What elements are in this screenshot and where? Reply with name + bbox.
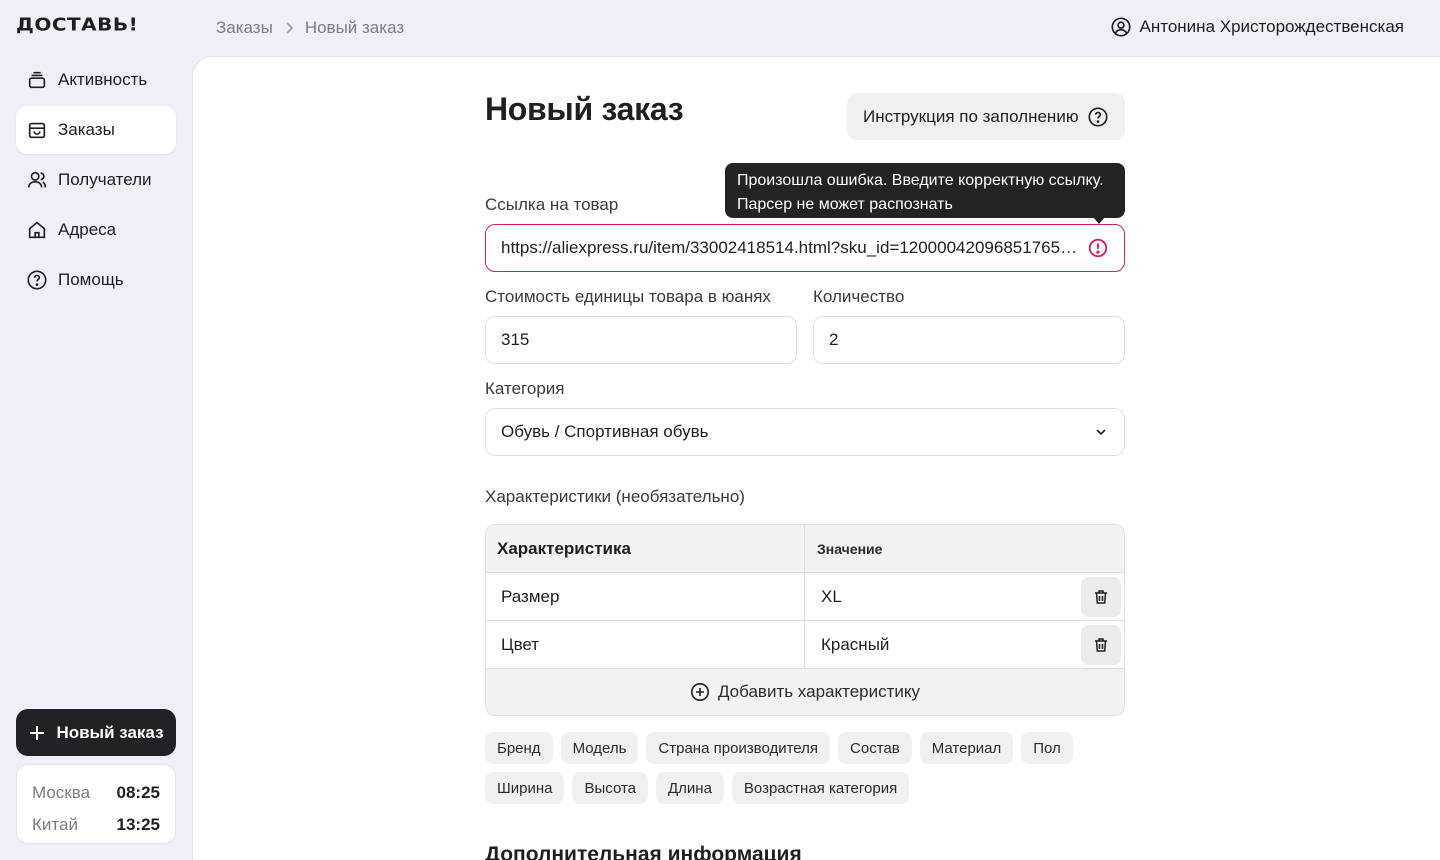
trash-icon bbox=[1095, 638, 1107, 652]
product-link-value[interactable]: https://aliexpress.ru/item/33002418514.h… bbox=[501, 238, 1087, 258]
error-icon[interactable] bbox=[1087, 237, 1109, 259]
characteristic-value-cell[interactable]: XL bbox=[805, 573, 1124, 620]
chip-age-category[interactable]: Возрастная категория bbox=[731, 772, 910, 804]
chip-height[interactable]: Высота bbox=[572, 772, 648, 804]
additional-info-title: Дополнительная информация bbox=[485, 843, 802, 860]
help-circle-icon bbox=[27, 270, 47, 290]
clock-row: Москва 08:25 bbox=[32, 777, 160, 809]
delete-row-button[interactable] bbox=[1081, 625, 1121, 665]
instructions-label: Инструкция по заполнению bbox=[863, 106, 1079, 126]
home-icon bbox=[28, 221, 46, 239]
breadcrumb: Заказы Новый заказ bbox=[216, 18, 404, 38]
world-clock: Москва 08:25 Китай 13:25 bbox=[16, 764, 176, 844]
category-value: Обувь / Спортивная обувь bbox=[501, 422, 709, 441]
chip-composition[interactable]: Состав bbox=[838, 732, 912, 764]
sidebar-item-label: Адреса bbox=[58, 220, 117, 239]
chip-brand[interactable]: Бренд bbox=[485, 732, 553, 764]
characteristic-name-cell[interactable]: Размер bbox=[486, 573, 805, 620]
sidebar-item-activity[interactable]: Активность bbox=[16, 56, 176, 104]
main-panel: Новый заказ Инструкция по заполнению Ссы… bbox=[192, 56, 1440, 860]
chevron-right-icon bbox=[286, 22, 293, 34]
chip-width[interactable]: Ширина bbox=[485, 772, 565, 804]
suggestion-chips: Бренд Модель Страна производителя Состав… bbox=[485, 732, 1125, 804]
clock-time: 08:25 bbox=[116, 783, 160, 802]
chip-length[interactable]: Длина bbox=[656, 772, 724, 804]
column-header-value: Значение bbox=[817, 540, 883, 557]
price-input[interactable] bbox=[501, 330, 781, 350]
instructions-button[interactable]: Инструкция по заполнению bbox=[847, 93, 1125, 140]
column-header-characteristic: Характеристика bbox=[486, 525, 805, 572]
add-characteristic-label: Добавить характеристику bbox=[717, 682, 921, 701]
table-row: Размер XL bbox=[486, 573, 1124, 621]
sidebar-item-label: Заказы bbox=[58, 120, 115, 139]
link-label: Ссылка на товар bbox=[485, 195, 619, 214]
bag-icon bbox=[28, 122, 46, 139]
product-link-field[interactable]: https://aliexpress.ru/item/33002418514.h… bbox=[485, 224, 1125, 272]
error-tooltip: Произошла ошибка. Введите корректную ссы… bbox=[725, 163, 1125, 224]
table-row: Цвет Красный bbox=[486, 621, 1124, 669]
characteristic-value: XL bbox=[821, 586, 842, 606]
sidebar-item-orders[interactable]: Заказы bbox=[16, 106, 176, 154]
quantity-input[interactable] bbox=[829, 330, 1109, 350]
clock-time: 13:25 bbox=[116, 815, 160, 834]
user-menu[interactable]: Антонина Христорождественская bbox=[1110, 16, 1404, 38]
add-characteristic-button[interactable]: Добавить характеристику bbox=[486, 669, 1124, 715]
sidebar: Активность Заказы Получатели Адреса Помо… bbox=[16, 56, 176, 306]
sidebar-item-addresses[interactable]: Адреса bbox=[16, 206, 176, 254]
sidebar-item-label: Получатели bbox=[58, 170, 152, 189]
user-circle-icon bbox=[1110, 17, 1131, 37]
sidebar-item-help[interactable]: Помощь bbox=[16, 256, 176, 304]
chevron-down-icon bbox=[1096, 429, 1106, 436]
chip-gender[interactable]: Пол bbox=[1021, 732, 1073, 764]
clock-row: Китай 13:25 bbox=[32, 809, 160, 841]
page-title: Новый заказ bbox=[485, 91, 684, 127]
clock-city: Китай bbox=[32, 815, 78, 834]
delete-row-button[interactable] bbox=[1081, 577, 1121, 617]
trash-icon bbox=[1095, 590, 1107, 604]
sidebar-item-label: Активность bbox=[58, 70, 148, 89]
quantity-label: Количество bbox=[813, 287, 905, 306]
stack-icon bbox=[28, 71, 46, 89]
characteristics-label: Характеристики (необязательно) bbox=[485, 487, 745, 506]
category-select[interactable]: Обувь / Спортивная обувь bbox=[485, 408, 1125, 456]
plus-icon bbox=[30, 725, 45, 740]
chip-model[interactable]: Модель bbox=[560, 732, 639, 764]
characteristics-table: Характеристика Значение Размер XL Цвет К… bbox=[485, 524, 1125, 716]
characteristic-name-cell[interactable]: Цвет bbox=[486, 621, 805, 668]
price-field[interactable] bbox=[485, 316, 797, 364]
characteristic-value-cell[interactable]: Красный bbox=[805, 621, 1124, 668]
table-header: Характеристика Значение bbox=[486, 525, 1124, 573]
chip-country[interactable]: Страна производителя bbox=[646, 732, 831, 764]
breadcrumb-current: Новый заказ bbox=[304, 18, 405, 37]
new-order-label: Новый заказ bbox=[56, 722, 164, 742]
category-label: Категория bbox=[485, 379, 565, 398]
clock-city: Москва bbox=[32, 783, 91, 802]
characteristic-value: Красный bbox=[821, 634, 890, 654]
users-icon bbox=[27, 171, 47, 188]
sidebar-item-label: Помощь bbox=[58, 270, 124, 289]
brand-logo[interactable]: ДОСТАВЬ! bbox=[16, 13, 138, 35]
price-label: Стоимость единицы товара в юанях bbox=[485, 287, 771, 306]
chip-material[interactable]: Материал bbox=[919, 732, 1014, 764]
new-order-button[interactable]: Новый заказ bbox=[16, 709, 176, 756]
plus-circle-icon bbox=[690, 683, 709, 701]
question-circle-icon bbox=[1088, 106, 1108, 127]
breadcrumb-orders[interactable]: Заказы bbox=[216, 18, 273, 38]
quantity-field[interactable] bbox=[813, 316, 1125, 364]
sidebar-item-recipients[interactable]: Получатели bbox=[16, 156, 176, 204]
user-name: Антонина Христорождественская bbox=[1139, 17, 1404, 36]
